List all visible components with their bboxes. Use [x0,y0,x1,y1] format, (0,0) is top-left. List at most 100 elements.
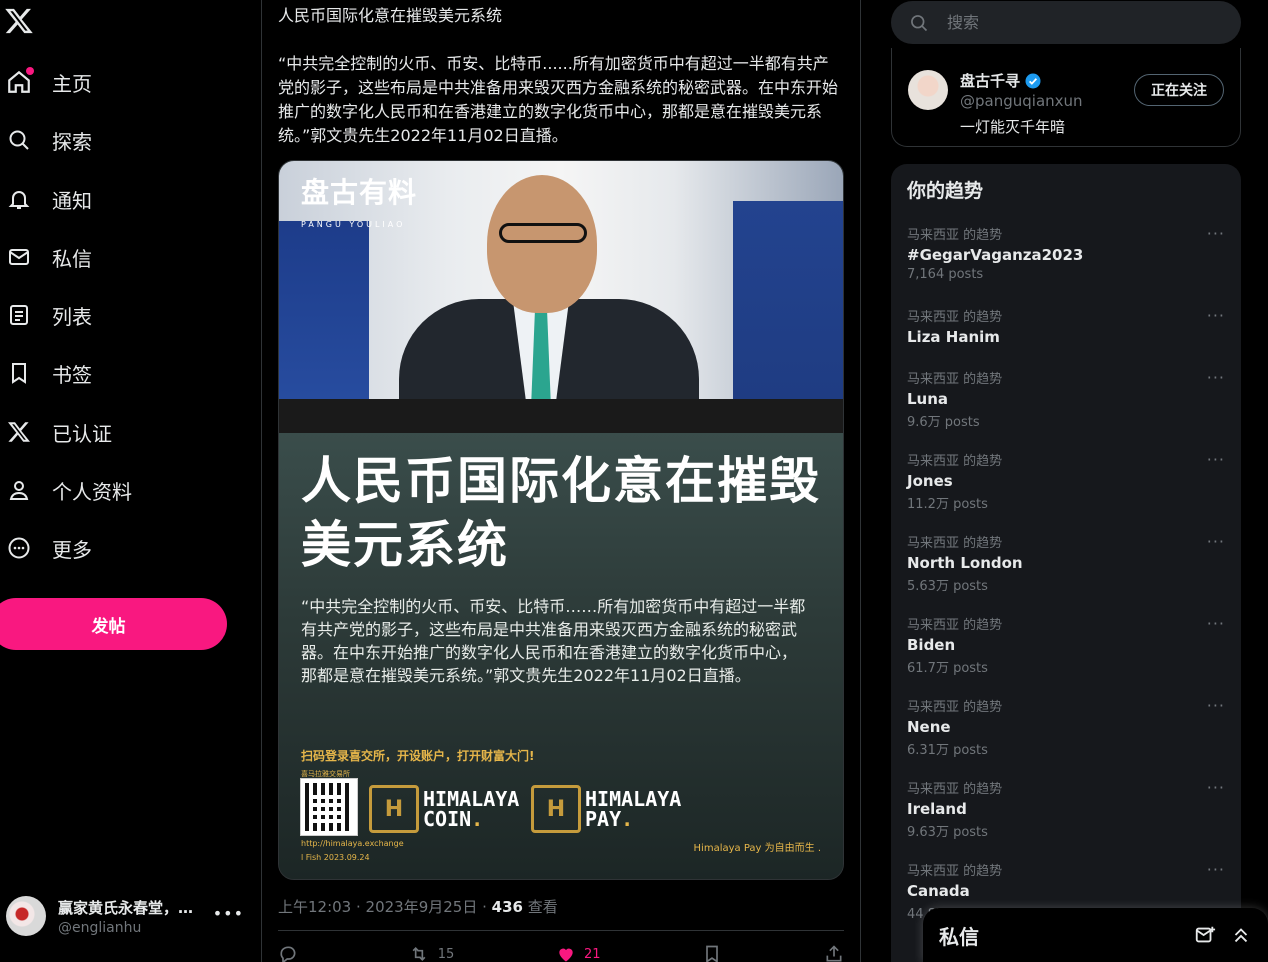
trend-name: Liza Hanim [907,328,1000,346]
nav-messages[interactable]: 私信 [4,237,92,277]
avatar[interactable] [908,70,948,110]
more-horizontal-icon[interactable]: ··· [1207,450,1225,469]
share-button[interactable] [824,944,844,962]
right-sidebar: 盘古千寻 @panguqianxun 一灯能灭千年暗 正在关注 你的趋势 马来西… [861,0,1268,962]
himalaya-mark-icon: H [531,785,581,833]
trend-item[interactable]: 马来西亚 的趋势 North London 5.63万 posts ··· [907,532,1225,594]
trend-count: 6.31万 posts [907,743,988,758]
following-button[interactable]: 正在关注 [1134,74,1224,106]
follow-user-name: 盘古千寻 [960,72,1021,90]
more-horizontal-icon[interactable]: ··· [1207,224,1225,243]
trend-count: 5.63万 posts [907,579,988,594]
trend-item[interactable]: 马来西亚 的趋势 Liza Hanim ··· [907,306,1225,346]
trend-item[interactable]: 马来西亚 的趋势 Jones 11.2万 posts ··· [907,450,1225,512]
trend-item[interactable]: 马来西亚 的趋势 Ireland 9.63万 posts ··· [907,778,1225,840]
tweet-text: “中共完全控制的火币、币安、比特币......所有加密货币中有超过一半都有共产党… [278,54,839,145]
tweet-actions: 15 21 [278,944,844,962]
trend-context: 马来西亚 的趋势 [907,228,1003,243]
pay-sub: PAY [585,807,622,831]
tweet-timestamp[interactable]: 上午12:03 · 2023年9月25日 · [278,898,492,916]
like-count: 21 [583,946,601,962]
more-horizontal-icon[interactable]: ··· [1207,368,1225,387]
more-horizontal-icon[interactable]: ••• [213,904,244,923]
notification-dot [26,67,34,75]
pay-name: HIMALAYA [585,787,682,811]
messages-drawer[interactable]: 私信 [923,908,1268,962]
search-bar[interactable] [891,1,1241,44]
app-root: 主页 探索 通知 私信 列表 书签 已认证 个人资料 更多 发帖 赢家黄氏永春堂… [0,0,1268,962]
home-icon [4,67,34,97]
messages-drawer-actions [1194,924,1252,946]
qr-code-icon [300,778,358,836]
tweet-media-image[interactable]: 盘古有料 PANGU YOULIAO 人民币国际化意在摧毁美元系统 “中共完全控… [278,160,844,880]
tweet-meta: 上午12:03 · 2023年9月25日 · 436 查看 [278,896,558,917]
retweet-button[interactable]: 15 [408,944,454,962]
x-logo-icon[interactable] [4,6,38,40]
nav-bookmarks[interactable]: 书签 [4,353,92,393]
himalaya-pay-text: HIMALAYA PAY. [585,789,681,829]
more-horizontal-icon[interactable]: ··· [1207,696,1225,715]
trend-context: 马来西亚 的趋势 [907,618,1003,633]
search-icon [911,14,928,31]
more-horizontal-icon[interactable]: ··· [1207,614,1225,633]
reply-button[interactable] [278,944,306,962]
trends-panel: 你的趋势 马来西亚 的趋势 #GegarVaganza2023 7,164 po… [891,164,1241,962]
poster-url: http://himalaya.exchange [301,839,404,848]
post-button[interactable]: 发帖 [0,598,227,650]
trends-title: 你的趋势 [907,180,984,202]
himalaya-mark-icon: H [369,785,419,833]
trend-context: 马来西亚 的趋势 [907,782,1003,797]
main-column: 人民币国际化意在摧毁美元系统 “中共完全控制的火币、币安、比特币......所有… [262,0,861,962]
trend-count: 7,164 posts [907,267,984,282]
nav-explore[interactable]: 探索 [4,120,92,160]
like-button[interactable]: 21 [556,944,601,962]
tweet-headline: 人民币国际化意在摧毁美元系统 [278,6,503,25]
trend-item[interactable]: 马来西亚 的趋势 Nene 6.31万 posts ··· [907,696,1225,758]
avatar [6,896,46,936]
retweet-icon [412,946,426,962]
nav-profile-label: 个人资料 [52,479,132,504]
views-count: 436 [491,898,523,916]
mail-icon [4,242,34,272]
chevron-up-double-icon[interactable] [1230,924,1252,946]
nav-messages-label: 私信 [52,246,92,271]
nav-profile[interactable]: 个人资料 [4,470,132,510]
nav-notifications[interactable]: 通知 [4,179,92,219]
nav-notifications-label: 通知 [52,188,92,213]
more-horizontal-icon[interactable]: ··· [1207,532,1225,551]
trend-count: 9.6万 posts [907,415,980,430]
trend-item[interactable]: 马来西亚 的趋势 Biden 61.7万 posts ··· [907,614,1225,676]
follow-user-bio: 一灯能灭千年暗 [960,118,1066,136]
media-poster: 人民币国际化意在摧毁美元系统 “中共完全控制的火币、币安、比特币……所有加密货币… [279,433,843,879]
follow-user-name-row[interactable]: 盘古千寻 [960,70,1042,91]
verified-badge-icon [1025,73,1041,88]
more-horizontal-icon[interactable]: ··· [1207,778,1225,797]
coin-sub: COIN [423,807,472,831]
trend-context: 马来西亚 的趋势 [907,700,1003,715]
poster-pay-slogan: Himalaya Pay 为自由而生 . [693,843,821,854]
follow-user-handle: @panguqianxun [960,92,1083,110]
who-to-follow-card: 盘古千寻 @panguqianxun 一灯能灭千年暗 正在关注 [891,48,1241,147]
divider [278,930,844,931]
trend-item[interactable]: 马来西亚 的趋势 #GegarVaganza2023 7,164 posts ·… [907,224,1225,282]
nav-verified-label: 已认证 [52,421,112,446]
trend-item[interactable]: 马来西亚 的趋势 Luna 9.6万 posts ··· [907,368,1225,430]
trend-name: #GegarVaganza2023 [907,246,1084,264]
x-logo-icon [4,417,34,447]
bookmark-button[interactable] [702,944,722,962]
search-input[interactable] [947,13,1207,32]
nav-home[interactable]: 主页 [4,62,92,102]
more-horizontal-icon[interactable]: ··· [1207,306,1225,325]
person-glasses [499,223,587,243]
nav-verified[interactable]: 已认证 [4,412,112,452]
more-horizontal-icon[interactable]: ··· [1207,860,1225,879]
new-message-icon[interactable] [1194,924,1216,946]
nav-lists-label: 列表 [52,304,92,329]
more-circle-icon [4,533,34,563]
account-switcher[interactable]: 赢家黄氏永春堂，联... @englianhu ••• [6,894,256,938]
trend-name: Jones [907,472,953,490]
trend-name: Luna [907,390,949,408]
nav-lists[interactable]: 列表 [4,295,92,335]
himalaya-pay-logo: H HIMALAYA PAY. [531,785,681,833]
nav-more[interactable]: 更多 [4,528,92,568]
